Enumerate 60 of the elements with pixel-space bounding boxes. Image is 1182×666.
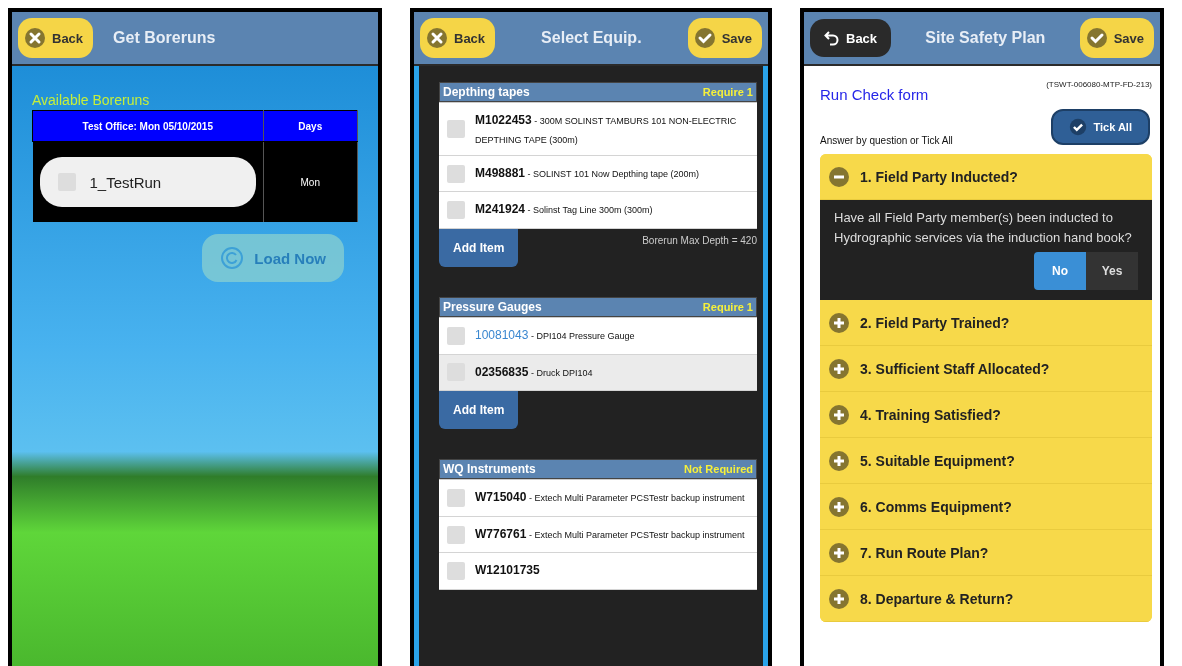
section-label: Available Boreruns [32,92,150,110]
add-item-button[interactable]: Add Item [439,391,519,430]
item-text: W12101735 [475,562,540,580]
check-icon [1085,27,1108,49]
item-link[interactable]: 10081043 [475,327,529,342]
max-depth-note: Borerun Max Depth = 420 [642,233,757,246]
tick-all-button[interactable]: Tick All [1051,109,1150,145]
plus-icon [828,495,850,518]
back-button[interactable]: Back [420,18,496,58]
question-header[interactable]: 1. Field Party Inducted? [820,154,1152,200]
question-text: Have all Field Party member(s) been inducted to Hydrographic services via the induction hand book? [834,210,1132,246]
plus-icon [828,311,850,334]
table-header-cell: Test Office: Mon 05/10/2015 [32,110,263,142]
answer-option[interactable]: Yes [1086,252,1138,291]
hint-text: Answer by question or Tick All [820,135,954,146]
check-icon [1069,118,1088,136]
item-text: W776761 - Extech Multi Parameter PCSTestr backup instrument [475,525,745,543]
check-icon [693,27,716,49]
item-text: 10081043 - DPI104 Pressure Gauge [475,326,635,344]
save-button[interactable]: Save [1079,18,1154,58]
plus-icon [828,357,850,380]
save-button[interactable]: Save [687,18,762,58]
plus-icon [828,541,850,564]
item-text: M1022453 - 300M SOLINST TAMBURS 101 NON-ELECTRIC DEPTHING TAPE (300m) [475,112,738,147]
back-button[interactable]: Back [18,18,94,58]
minus-icon [828,165,850,188]
item-text: W715040 - Extech Multi Parameter PCSTestr backup instrument [475,489,745,507]
item-text: 02356835 - Druck DPI104 [475,363,593,381]
plus-icon [828,587,850,610]
screen-title: Select Equip. [540,29,643,47]
undo-icon [824,30,840,46]
screen-title: Site Safety Plan [924,29,1047,47]
section-title: Pressure Gauges [443,299,542,314]
checkbox[interactable] [447,525,465,544]
equipment-item[interactable]: 02356835 - Druck DPI104 [439,354,757,392]
reference-code: (TSWT-006080-MTP-FD-213) [1046,80,1152,91]
add-item-button[interactable]: Add Item [439,228,519,267]
requirement-label: Require 1 [702,86,753,98]
checkbox[interactable] [447,562,465,581]
checkbox[interactable] [447,488,465,507]
table-cell: Mon [300,176,320,188]
borerun-option[interactable]: 1_TestRun [39,157,256,207]
close-icon [426,27,448,49]
checkbox[interactable] [447,164,465,183]
section-title: WQ Instruments [443,462,536,477]
close-icon [24,27,46,49]
form-title[interactable]: Run Check form [820,80,929,103]
checkbox[interactable] [447,119,465,138]
checkbox[interactable] [447,201,465,220]
plus-icon [828,449,850,472]
checkbox[interactable] [447,326,465,345]
table-header-cell: Days [263,110,358,142]
requirement-label: Not Required [683,463,753,476]
item-text: M241924 - Solinst Tag Line 300m (300m) [475,201,653,219]
back-button[interactable]: Back [810,19,892,57]
requirement-label: Require 1 [702,300,753,313]
screen-title: Get Boreruns [112,29,217,47]
plus-icon [828,403,850,426]
item-text: M498881 - SOLINST 101 Now Depthing tape (200m) [475,164,699,182]
section-title: Depthing tapes [443,85,530,99]
